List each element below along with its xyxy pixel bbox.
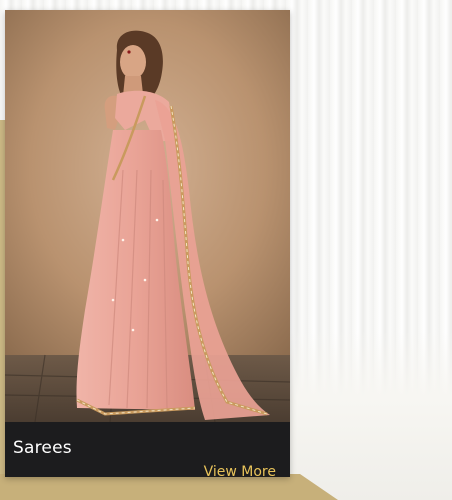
view-more-link[interactable]: View More (204, 464, 276, 477)
card-footer: Sarees View More (5, 422, 290, 477)
product-image[interactable] (5, 10, 290, 422)
category-title: Sarees (13, 438, 72, 458)
saree-photo-illustration (5, 10, 290, 422)
category-card[interactable]: Sarees View More (5, 10, 290, 477)
